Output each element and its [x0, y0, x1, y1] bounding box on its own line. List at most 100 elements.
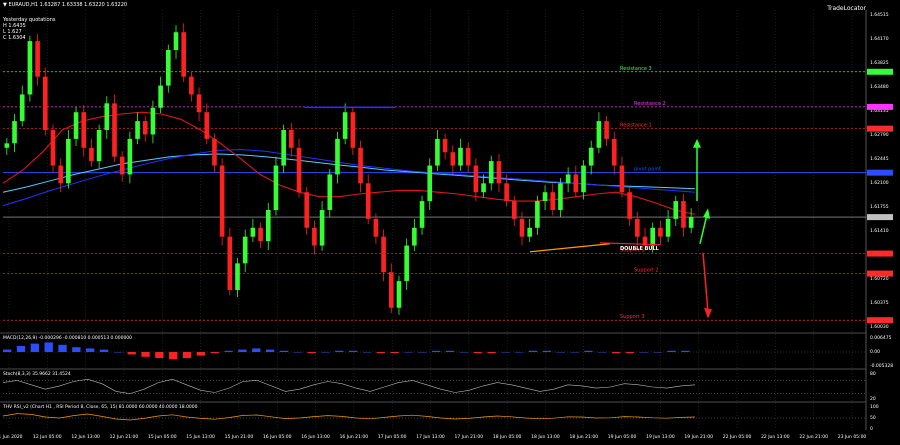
candle-body: [312, 227, 317, 246]
price-tick: 1.60720: [870, 276, 889, 282]
candle-body: [127, 138, 133, 175]
macd-bar: [72, 347, 81, 352]
macd-bar: [528, 350, 538, 352]
candle-body: [558, 183, 563, 210]
arrow-up-small-head: [703, 208, 710, 219]
candle-body: [319, 210, 325, 246]
candle-body: [396, 281, 402, 308]
price-level-tag: [867, 68, 893, 75]
macd-bar: [182, 352, 192, 358]
rsi-tick: 0: [870, 426, 873, 432]
price-tick: 1.60375: [870, 300, 889, 306]
candle-body: [504, 183, 509, 202]
price-level-tag: [867, 169, 893, 176]
candle-body: [19, 94, 25, 122]
x-tick-label: 22 Jun 13:00: [761, 434, 790, 440]
macd-bar: [210, 352, 219, 354]
arrow-up-head: [693, 138, 701, 148]
candle-body: [242, 236, 248, 264]
macd-tick: -0.005328: [870, 363, 893, 369]
candle-body: [166, 50, 171, 86]
x-tick-label: 22 Jun 21:00: [799, 434, 828, 440]
macd-bar: [667, 350, 676, 352]
arrow-down-line: [702, 252, 709, 313]
macd-bar: [127, 352, 136, 355]
x-tick-label: 18 Jun 05:00: [493, 434, 522, 440]
macd-tick: 0.006475: [870, 335, 892, 341]
candle-body: [450, 152, 456, 166]
candle-body: [189, 76, 194, 95]
rsi-tick: 50: [870, 415, 876, 421]
candle-body: [265, 210, 271, 242]
x-tick-label: 16 Jun 21:00: [340, 434, 369, 440]
price-level-tag: [867, 270, 893, 277]
arrow-down-head: [704, 307, 712, 319]
candle-body: [304, 192, 310, 228]
x-tick-label: 18 Jun 21:00: [569, 434, 598, 440]
macd-label: MACD(12,26,9) -0.000296 -0.000810 0.0005…: [3, 335, 132, 341]
macd-bar: [459, 352, 469, 353]
x-tick-label: 12 Jun 05:00: [33, 434, 62, 440]
candle-body: [665, 218, 671, 237]
rsi-tick: 100: [870, 404, 879, 410]
candle-body: [327, 174, 333, 210]
macd-bar: [681, 350, 690, 352]
candle-body: [496, 161, 502, 184]
candle-body: [196, 94, 202, 113]
candle-body: [135, 121, 140, 139]
stoch-tick: 80: [870, 371, 876, 377]
candle-body: [173, 32, 179, 50]
macd-bar: [99, 349, 109, 352]
candle-body: [142, 121, 148, 135]
stoch-label: Stoch(8,3,3) 35.9662 31.4524: [3, 371, 71, 377]
candle-body: [673, 201, 679, 219]
candle-body: [104, 103, 110, 130]
x-tick-label: 18 Jun 13:00: [531, 434, 560, 440]
candle-body: [404, 245, 409, 282]
candle-body: [535, 201, 540, 228]
candle-body: [281, 130, 286, 166]
stoch-tick: 20: [870, 396, 876, 402]
candle-body: [573, 174, 579, 193]
level-label: Support 2: [634, 268, 659, 274]
level-label: pivot point: [634, 167, 661, 173]
candle-body: [596, 121, 602, 148]
candle-body: [358, 147, 363, 184]
rsi-label: THV RSI_v2 (Chart H1 , RSI Period 8, Clo…: [2, 404, 198, 410]
macd-bar: [487, 352, 496, 354]
candle-body: [527, 227, 532, 237]
candle-body: [435, 138, 440, 166]
price-level-tag: [867, 250, 893, 257]
macd-bar: [265, 349, 275, 352]
candle-body: [519, 218, 525, 237]
x-tick-label: 17 Jun 05:00: [378, 434, 407, 440]
macd-bar: [598, 352, 607, 353]
price-level-tag: [867, 317, 893, 324]
candle-body: [112, 103, 117, 157]
chart-canvas[interactable]: Resistance 3 Resistance 2 Resistance 1 pivo…: [0, 0, 900, 445]
price-level-tag: [867, 125, 893, 132]
level-label: Resistance 3: [620, 66, 652, 72]
price-tick: 1.62790: [870, 132, 889, 138]
chart-window[interactable]: ▼ EURAUD,H1 1.63287 1.63338 1.63220 1.63…: [0, 0, 900, 445]
candle-body: [212, 138, 217, 166]
candle-body: [550, 192, 556, 210]
macd-bar: [155, 352, 164, 358]
price-tick: 1.64170: [870, 36, 889, 42]
candle-body: [258, 227, 263, 242]
price-tick: 1.62445: [870, 156, 889, 162]
candle-body: [96, 130, 102, 162]
candle-body: [289, 130, 294, 148]
candle-body: [42, 76, 48, 130]
candle-body: [66, 138, 71, 184]
macd-bar: [349, 350, 358, 352]
macd-bar: [376, 352, 385, 354]
x-tick-label: 19 Jun 05:00: [608, 434, 637, 440]
macd-bar: [570, 352, 579, 353]
candle-body: [388, 272, 394, 308]
candle-body: [119, 156, 125, 175]
macd-bar: [418, 352, 427, 353]
candle-body: [512, 201, 517, 219]
candle-body: [235, 263, 240, 290]
price-level-tag: [867, 103, 893, 110]
